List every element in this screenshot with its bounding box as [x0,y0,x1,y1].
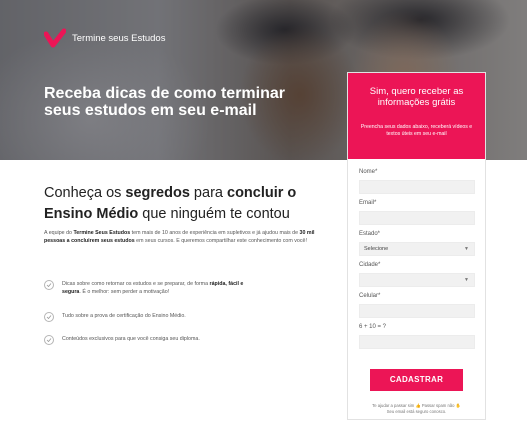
check-circle-icon [44,312,54,322]
heading-text: para [189,185,227,201]
email-label: Email* [359,200,377,206]
intro-highlight: Termine Seus Estudos [73,230,131,236]
benefit-text-part: Dicas sobre como retornar os estudos e s… [62,281,210,287]
email-field[interactable] [359,211,475,225]
hero-title: Receba dicas de como terminar seus estud… [44,85,285,119]
brand-logo[interactable]: Termine seus Estudos [44,28,165,48]
captcha-label: 6 + 10 = ? [359,324,387,330]
list-item: Tudo sobre a prova de certificação do En… [44,312,262,322]
signup-form: Sim, quero receber as informações grátis… [347,72,486,420]
form-title: Sim, quero receber as informações grátis [369,86,464,108]
state-label: Estado* [359,231,381,237]
heading-text: Conheça os [44,185,126,201]
main-heading: Conheça os segredos para concluir o Ensi… [44,183,304,225]
privacy-line-2: Seu email está seguro conosco. [386,409,447,414]
city-select[interactable]: ▼ [359,273,475,287]
intro-text: A equipe do [44,230,74,236]
benefit-text: Dicas sobre como retornar os estudos e s… [62,280,262,296]
name-field[interactable] [359,180,475,194]
captcha-field[interactable] [359,335,475,349]
name-label: Nome* [359,169,378,175]
chevron-down-icon: ▼ [464,246,469,252]
city-label: Cidade* [359,262,381,268]
brand-name: Termine seus Estudos [72,32,166,44]
state-select[interactable]: Selecione ▼ [359,242,475,256]
intro-paragraph: A equipe do Termine Seus Estudos tem mai… [44,229,334,246]
benefit-text-part: . É o melhor: sem perder a motivação! [79,289,170,295]
heading-highlight: segredos [125,185,190,201]
state-select-value: Selecione [364,246,389,252]
list-item: Dicas sobre como retornar os estudos e s… [44,280,262,296]
benefit-text: Conteúdos exclusivos para que você consi… [62,336,200,342]
form-header: Sim, quero receber as informações grátis… [348,73,485,159]
benefit-text: Tudo sobre a prova de certificação do En… [62,313,186,319]
intro-text: tem mais de 10 anos de experiência em su… [130,230,300,236]
heading-text: que ninguém te contou [138,206,290,222]
phone-label: Celular* [359,293,381,299]
check-circle-icon [44,280,54,290]
list-item: Conteúdos exclusivos para que você consi… [44,335,262,345]
brand-logo-icon [44,28,66,48]
form-subtitle: Preencha seus dados abaixo, receberá víd… [360,124,473,137]
check-circle-icon [44,335,54,345]
intro-text: em seus cursos. E queremos compartilhar … [134,238,307,245]
submit-button[interactable]: CADASTRAR [370,369,463,391]
chevron-down-icon: ▼ [464,277,469,283]
phone-field[interactable] [359,304,475,318]
privacy-note: Te ajudar a passar sim 👍 Passar spam não… [359,403,474,415]
